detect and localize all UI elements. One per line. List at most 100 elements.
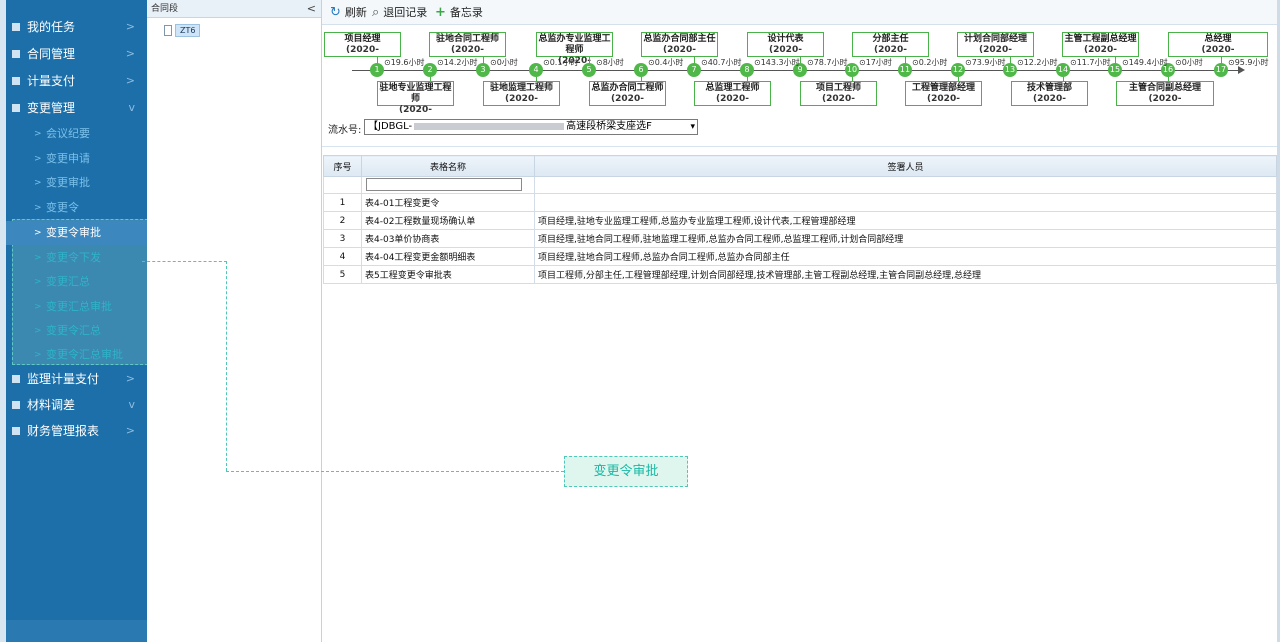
flow-role: 工程管理部经理 (2020- — [905, 81, 982, 106]
step-duration: ⊙19.6小时 — [384, 58, 425, 67]
step-node: 11 — [898, 63, 912, 77]
flow-role: 设计代表 (2020- — [747, 32, 824, 57]
step-duration: ⊙0小时 — [490, 58, 518, 67]
menu-item-contract[interactable]: 合同管理 > — [6, 41, 147, 67]
submenu-item[interactable]: > 变更令汇总 — [6, 319, 147, 343]
step-node: 14 — [1056, 63, 1070, 77]
menu-item-my-tasks[interactable]: 我的任务 > — [6, 14, 147, 40]
submenu-item[interactable]: > 变更审批 — [6, 171, 147, 195]
clock-icon: ⊙ — [1175, 58, 1182, 67]
step-node: 17 — [1214, 63, 1228, 77]
sidebar: 我的任务 > 合同管理 > 计量支付 > 变更管理 v > 会议纪要 > 变更申请 > 变更审… — [0, 0, 148, 642]
menu-item-finance-report[interactable]: 财务管理报表 > — [6, 418, 147, 444]
clock-icon: ⊙ — [543, 58, 550, 67]
serial-label: 流水号: — [328, 125, 362, 136]
return-records-button[interactable]: ⌕ 退回记录 — [372, 0, 427, 25]
submenu-item[interactable]: > 变更令汇总审批 — [6, 343, 147, 367]
document-icon — [164, 24, 172, 36]
clock-icon: ⊙ — [1228, 58, 1235, 67]
flow-role: 驻地专业监理工程师 (2020- — [377, 81, 454, 115]
filter-row — [323, 176, 1277, 194]
column-header-no[interactable]: 序号 — [323, 155, 362, 177]
step-duration: ⊙95.9小时 — [1228, 58, 1269, 67]
step-duration: ⊙12.2小时 — [1017, 58, 1058, 67]
menu-item-supervision-pay[interactable]: 监理计量支付 > — [6, 366, 147, 392]
chevron-right-icon: > — [34, 203, 42, 213]
clock-icon: ⊙ — [384, 58, 391, 67]
step-node: 12 — [951, 63, 965, 77]
submenu-item[interactable]: > 变更申请 — [6, 147, 147, 171]
step-duration: ⊙8小时 — [596, 58, 624, 67]
clock-icon: ⊙ — [1122, 58, 1129, 67]
table-row[interactable]: 1 表4-01工程变更令 — [323, 193, 1277, 212]
clock-icon: ⊙ — [490, 58, 497, 67]
flow-role: 总监办合同部主任 (2020- — [641, 32, 718, 57]
submenu-item[interactable]: > 变更令下发 — [6, 246, 147, 270]
refresh-icon: ↻ — [330, 5, 341, 20]
folder-icon — [12, 23, 20, 31]
submenu-item[interactable]: > 变更令 — [6, 196, 147, 220]
memo-button[interactable]: + 备忘录 — [435, 0, 483, 25]
table-row[interactable]: 2 表4-02工程数量现场确认单 项目经理,驻地专业监理工程师,总监办专业监理工… — [323, 211, 1277, 230]
refresh-button[interactable]: ↻ 刷新 — [330, 0, 367, 25]
redacted-text — [414, 122, 565, 130]
step-node: 8 — [740, 63, 754, 77]
chevron-right-icon: > — [34, 253, 42, 263]
column-header-form-name[interactable]: 表格名称 — [361, 155, 535, 177]
chevron-right-icon: > — [125, 74, 135, 87]
clock-icon: ⊙ — [754, 58, 761, 67]
column-header-signers[interactable]: 签署人员 — [534, 155, 1277, 177]
step-duration: ⊙0.1小时 — [543, 58, 579, 67]
contract-tree-panel: 合同段 < ZT6 — [147, 0, 322, 642]
step-duration: ⊙17小时 — [859, 58, 892, 67]
form-name-filter-input[interactable] — [366, 178, 522, 191]
flow-role: 总监办专业监理工程师 (2020- — [536, 32, 613, 66]
connector — [747, 77, 748, 82]
callout-connector — [226, 471, 564, 472]
connector — [852, 77, 853, 82]
table-row[interactable]: 4 表4-04工程变更金额明细表 项目经理,驻地合同工程师,总监办合同工程师,总… — [323, 247, 1277, 266]
menu-item-change-management[interactable]: 变更管理 v — [6, 95, 147, 121]
chevron-right-icon: > — [34, 326, 42, 336]
tree-header: 合同段 < — [147, 0, 321, 18]
step-node: 5 — [582, 63, 596, 77]
step-node: 6 — [634, 63, 648, 77]
chevron-down-icon: v — [128, 398, 135, 411]
clock-icon: ⊙ — [648, 58, 655, 67]
search-icon: ⌕ — [372, 5, 380, 20]
form-table: 序号 表格名称 签署人员 1 表4-01工程变更令 2 表4-02工程数量现场确… — [323, 155, 1277, 284]
flow-role: 驻地监理工程师 (2020- — [483, 81, 560, 106]
chevron-right-icon: > — [34, 302, 42, 312]
chevron-right-icon: > — [34, 277, 42, 287]
flow-role: 项目经理 (2020- — [324, 32, 401, 57]
serial-select[interactable]: 【JDBGL- 高速段桥梁支座选F ▾ — [364, 119, 698, 135]
collapse-icon[interactable]: < — [307, 0, 316, 18]
step-duration: ⊙73.9小时 — [965, 58, 1006, 67]
tree-node[interactable]: ZT6 — [164, 23, 201, 37]
table-row[interactable]: 3 表4-03单价协商表 项目经理,驻地合同工程师,驻地监理工程师,总监办合同工… — [323, 229, 1277, 248]
connector — [536, 77, 537, 82]
folder-icon — [12, 77, 20, 85]
clock-icon: ⊙ — [807, 58, 814, 67]
submenu-item[interactable]: > 变更汇总审批 — [6, 295, 147, 319]
menu-item-material-adjust[interactable]: 材料调差 v — [6, 392, 147, 418]
step-duration: ⊙0.2小时 — [912, 58, 948, 67]
folder-icon — [12, 375, 20, 383]
folder-icon — [12, 104, 20, 112]
flow-role: 计划合同部经理 (2020- — [957, 32, 1034, 57]
connector — [958, 77, 959, 82]
chevron-down-icon: v — [128, 101, 135, 114]
step-duration: ⊙78.7小时 — [807, 58, 848, 67]
folder-icon — [12, 50, 20, 58]
flow-role: 技术管理部 (2020- — [1011, 81, 1088, 106]
folder-icon — [12, 401, 20, 409]
step-duration: ⊙40.7小时 — [701, 58, 742, 67]
flow-role: 主管合同副总经理 (2020- — [1116, 81, 1214, 106]
menu-item-measure-pay[interactable]: 计量支付 > — [6, 68, 147, 94]
submenu-item[interactable]: > 变更汇总 — [6, 270, 147, 294]
submenu-item[interactable]: > 会议纪要 — [6, 122, 147, 146]
table-row[interactable]: 5 表5工程变更令审批表 项目工程师,分部主任,工程管理部经理,计划合同部经理,… — [323, 265, 1277, 284]
connector — [1063, 77, 1064, 82]
submenu-item-active[interactable]: > 变更令审批 — [6, 221, 147, 245]
step-node: 2 — [423, 63, 437, 77]
